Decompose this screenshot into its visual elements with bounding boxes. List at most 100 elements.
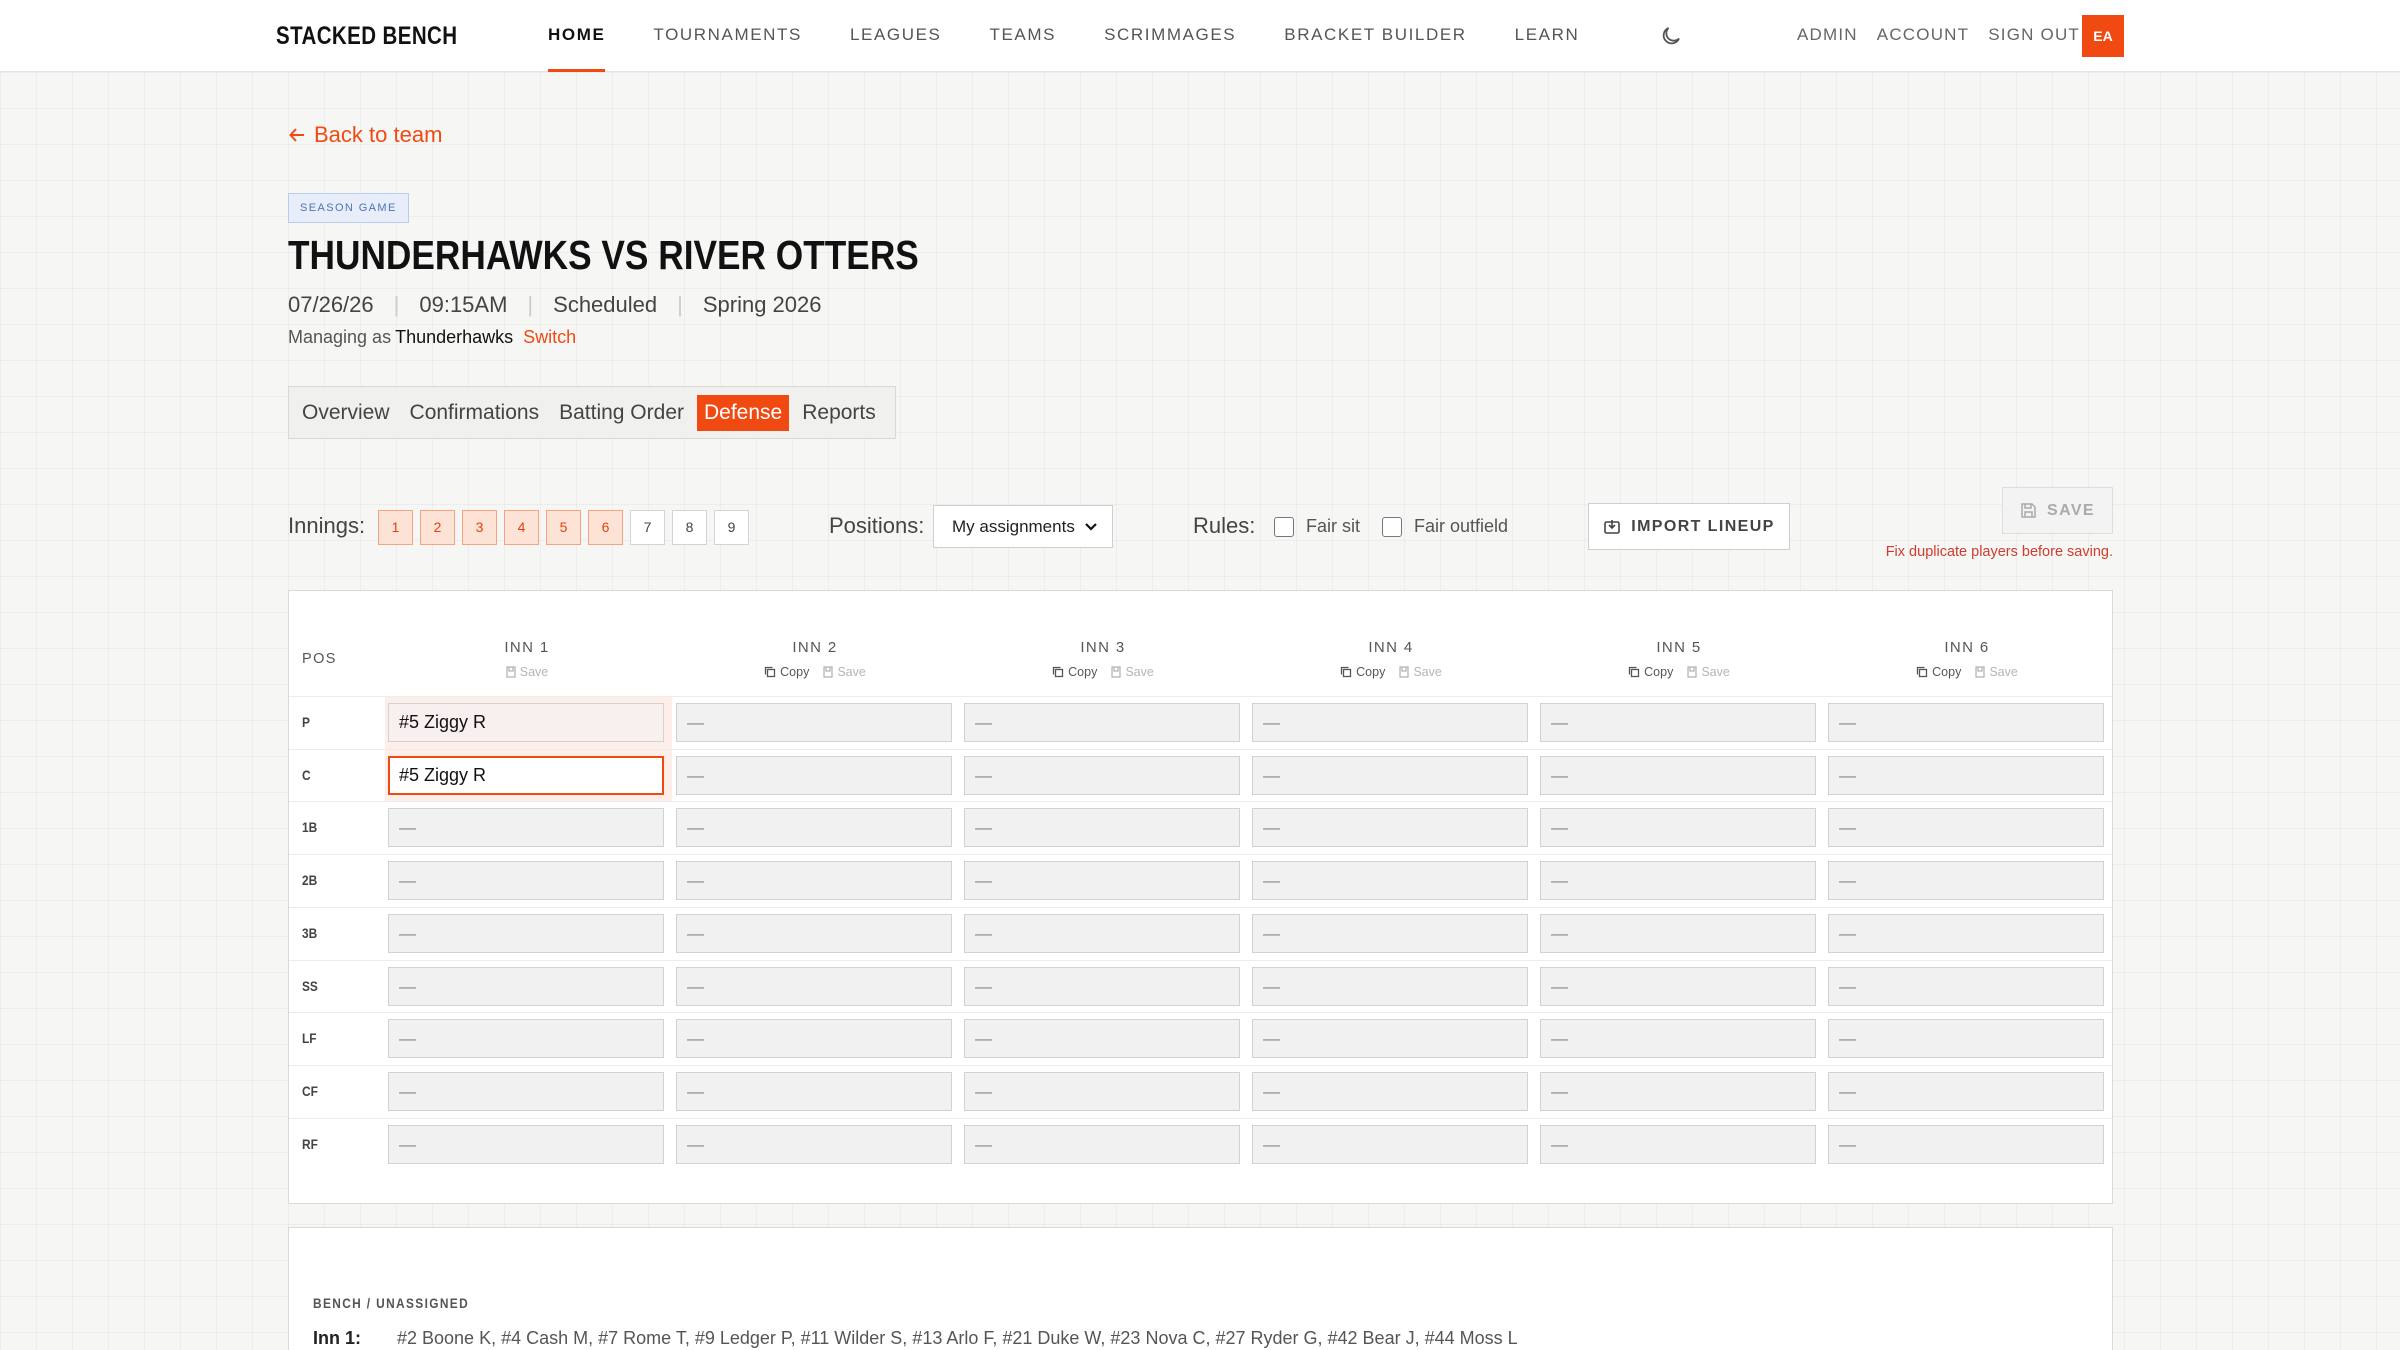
position-cell-ss-inn-2[interactable]: — (676, 966, 952, 1006)
position-cell-2b-inn-6[interactable]: — (1828, 861, 2104, 901)
position-cell-3b-inn-1[interactable]: — (388, 913, 664, 953)
checkbox-box[interactable] (1274, 516, 1294, 537)
position-cell-rf-inn-5[interactable]: — (1540, 1124, 1816, 1164)
inning-toggle-9[interactable]: 9 (714, 510, 749, 545)
save-column-button[interactable]: Save (1975, 665, 2018, 679)
save-column-button[interactable]: Save (1687, 665, 1730, 679)
positions-select[interactable]: My assignments (933, 505, 1113, 548)
tab-reports[interactable]: Reports (795, 395, 883, 431)
nav-link-account[interactable]: ACCOUNT (1877, 0, 1969, 72)
copy-column-button[interactable]: Copy (764, 665, 809, 679)
position-cell-c-inn-2[interactable]: — (676, 755, 952, 795)
save-column-button[interactable]: Save (506, 665, 548, 679)
tab-batting-order[interactable]: Batting Order (552, 395, 691, 431)
position-cell-1b-inn-2[interactable]: — (676, 808, 952, 848)
position-cell-lf-inn-1[interactable]: — (388, 1019, 664, 1059)
position-cell-p-inn-2[interactable]: — (676, 703, 952, 742)
nav-link-teams[interactable]: TEAMS (990, 0, 1057, 72)
moon-icon[interactable] (1659, 24, 1683, 48)
position-cell-rf-inn-2[interactable]: — (676, 1124, 952, 1164)
save-column-button[interactable]: Save (823, 665, 866, 679)
copy-column-button[interactable]: Copy (1916, 665, 1961, 679)
inning-toggle-5[interactable]: 5 (546, 510, 581, 545)
position-cell-rf-inn-3[interactable]: — (964, 1124, 1240, 1164)
position-cell-1b-inn-3[interactable]: — (964, 808, 1240, 848)
position-cell-p-inn-4[interactable]: — (1252, 703, 1528, 742)
fair-outfield-checkbox[interactable]: Fair outfield (1382, 516, 1508, 537)
nav-link-leagues[interactable]: LEAGUES (850, 0, 942, 72)
position-cell-3b-inn-5[interactable]: — (1540, 913, 1816, 953)
position-cell-2b-inn-2[interactable]: — (676, 861, 952, 901)
inning-toggle-1[interactable]: 1 (378, 510, 413, 545)
position-cell-ss-inn-3[interactable]: — (964, 966, 1240, 1006)
position-cell-1b-inn-5[interactable]: — (1540, 808, 1816, 848)
position-cell-lf-inn-2[interactable]: — (676, 1019, 952, 1059)
position-cell-p-inn-1[interactable]: #5 Ziggy R (388, 703, 664, 742)
inning-toggle-3[interactable]: 3 (462, 510, 497, 545)
nav-link-home[interactable]: HOME (548, 0, 606, 72)
position-cell-ss-inn-5[interactable]: — (1540, 966, 1816, 1006)
save-column-button[interactable]: Save (1111, 665, 1154, 679)
position-cell-lf-inn-6[interactable]: — (1828, 1019, 2104, 1059)
tab-overview[interactable]: Overview (295, 395, 397, 431)
checkbox-box[interactable] (1382, 516, 1402, 537)
position-cell-cf-inn-3[interactable]: — (964, 1071, 1240, 1111)
copy-column-button[interactable]: Copy (1628, 665, 1673, 679)
position-cell-cf-inn-1[interactable]: — (388, 1071, 664, 1111)
position-cell-3b-inn-4[interactable]: — (1252, 913, 1528, 953)
fair-sit-checkbox[interactable]: Fair sit (1274, 516, 1360, 537)
position-cell-c-inn-5[interactable]: — (1540, 755, 1816, 795)
save-column-button[interactable]: Save (1399, 665, 1442, 679)
position-cell-c-inn-6[interactable]: — (1828, 755, 2104, 795)
tab-confirmations[interactable]: Confirmations (403, 395, 547, 431)
nav-link-bracket-builder[interactable]: BRACKET BUILDER (1284, 0, 1466, 72)
position-cell-2b-inn-1[interactable]: — (388, 861, 664, 901)
back-to-team-link[interactable]: Back to team (288, 122, 442, 148)
copy-column-button[interactable]: Copy (1052, 665, 1097, 679)
position-cell-p-inn-5[interactable]: — (1540, 703, 1816, 742)
inning-toggle-7[interactable]: 7 (630, 510, 665, 545)
brand-logo[interactable]: STACKED BENCH (276, 22, 457, 51)
tab-defense[interactable]: Defense (697, 394, 790, 431)
position-cell-rf-inn-1[interactable]: — (388, 1124, 664, 1164)
position-cell-cf-inn-5[interactable]: — (1540, 1071, 1816, 1111)
position-cell-c-inn-4[interactable]: — (1252, 755, 1528, 795)
position-cell-lf-inn-3[interactable]: — (964, 1019, 1240, 1059)
position-cell-lf-inn-5[interactable]: — (1540, 1019, 1816, 1059)
position-cell-1b-inn-4[interactable]: — (1252, 808, 1528, 848)
position-cell-rf-inn-4[interactable]: — (1252, 1124, 1528, 1164)
position-cell-3b-inn-3[interactable]: — (964, 913, 1240, 953)
position-cell-ss-inn-1[interactable]: — (388, 966, 664, 1006)
position-cell-cf-inn-2[interactable]: — (676, 1071, 952, 1111)
nav-link-admin[interactable]: ADMIN (1797, 0, 1858, 72)
position-cell-cf-inn-4[interactable]: — (1252, 1071, 1528, 1111)
position-cell-rf-inn-6[interactable]: — (1828, 1124, 2104, 1164)
import-lineup-button[interactable]: IMPORT LINEUP (1588, 503, 1790, 550)
nav-link-sign-out[interactable]: SIGN OUT (1988, 0, 2080, 72)
position-cell-cf-inn-6[interactable]: — (1828, 1071, 2104, 1111)
position-cell-2b-inn-4[interactable]: — (1252, 861, 1528, 901)
position-cell-2b-inn-3[interactable]: — (964, 861, 1240, 901)
position-cell-c-inn-1[interactable]: #5 Ziggy R (388, 755, 664, 795)
position-cell-c-inn-3[interactable]: — (964, 755, 1240, 795)
position-cell-3b-inn-6[interactable]: — (1828, 913, 2104, 953)
inning-toggle-6[interactable]: 6 (588, 510, 623, 545)
position-cell-3b-inn-2[interactable]: — (676, 913, 952, 953)
nav-link-scrimmages[interactable]: SCRIMMAGES (1104, 0, 1236, 72)
position-cell-p-inn-6[interactable]: — (1828, 703, 2104, 742)
save-button[interactable]: SAVE (2002, 487, 2113, 534)
nav-link-tournaments[interactable]: TOURNAMENTS (653, 0, 802, 72)
switch-team-link[interactable]: Switch (523, 327, 576, 347)
inning-toggle-8[interactable]: 8 (672, 510, 707, 545)
inning-toggle-4[interactable]: 4 (504, 510, 539, 545)
position-cell-p-inn-3[interactable]: — (964, 703, 1240, 742)
position-cell-ss-inn-6[interactable]: — (1828, 966, 2104, 1006)
position-cell-2b-inn-5[interactable]: — (1540, 861, 1816, 901)
nav-link-learn[interactable]: LEARN (1515, 0, 1580, 72)
avatar[interactable]: EA (2082, 15, 2124, 57)
position-cell-1b-inn-1[interactable]: — (388, 808, 664, 848)
copy-column-button[interactable]: Copy (1340, 665, 1385, 679)
inning-toggle-2[interactable]: 2 (420, 510, 455, 545)
position-cell-ss-inn-4[interactable]: — (1252, 966, 1528, 1006)
position-cell-lf-inn-4[interactable]: — (1252, 1019, 1528, 1059)
